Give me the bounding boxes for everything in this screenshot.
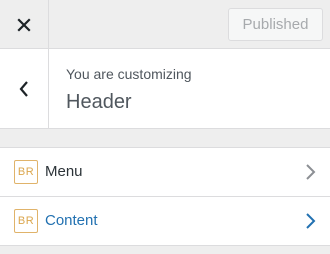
customize-panel-header: You are customizing Header [0, 49, 330, 129]
close-icon [17, 17, 31, 32]
br-badge-icon: BR [14, 209, 38, 233]
chevron-right-icon [306, 164, 316, 180]
br-badge-icon: BR [14, 160, 38, 184]
section-item-content[interactable]: BR Content [0, 197, 330, 246]
chevron-left-icon [19, 81, 28, 97]
panel-title: Header [66, 91, 132, 113]
section-list: BR Menu BR Content [0, 147, 330, 246]
section-item-menu[interactable]: BR Menu [0, 148, 330, 197]
customizer-topbar: Published [0, 0, 330, 49]
publish-button[interactable]: Published [228, 8, 323, 41]
close-button[interactable] [0, 0, 49, 49]
back-button[interactable] [0, 49, 49, 129]
customizing-label: You are customizing [66, 66, 192, 82]
chevron-right-icon [306, 213, 316, 229]
section-label-menu: Menu [45, 163, 83, 180]
section-label-content: Content [45, 212, 98, 229]
